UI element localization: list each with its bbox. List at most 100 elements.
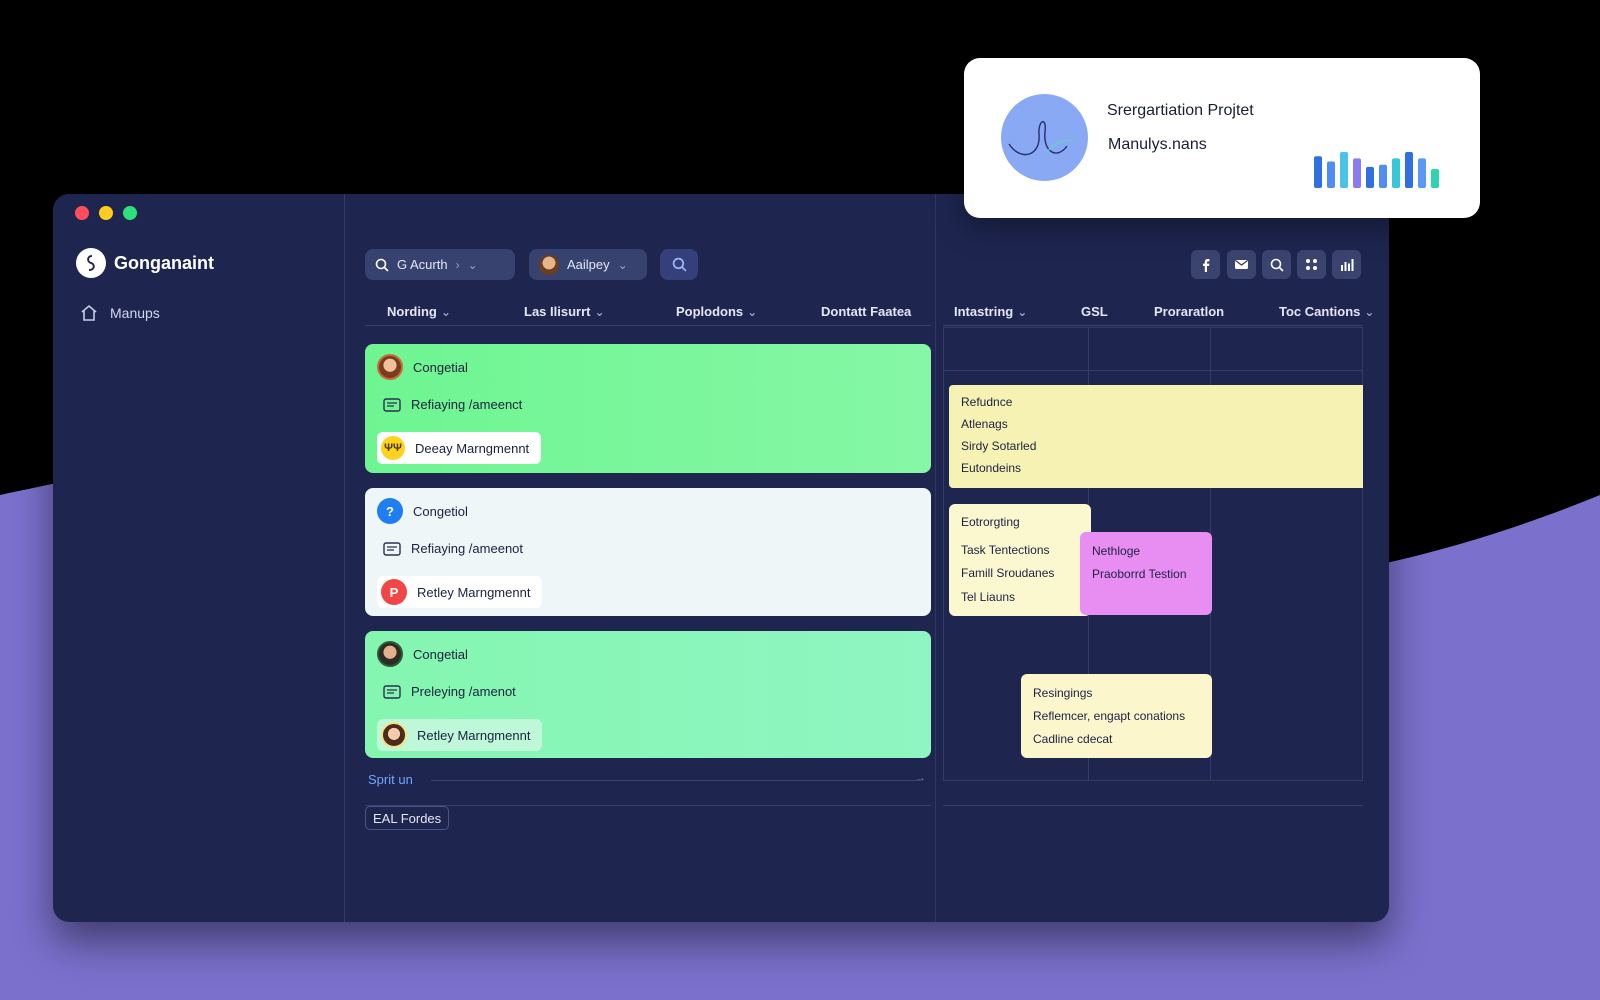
project-popup-card[interactable]: Srergartiation Projtet Manulys.nans bbox=[964, 58, 1480, 218]
chevron-down-icon: ⌄ bbox=[594, 304, 605, 319]
search-icon bbox=[672, 257, 687, 272]
mail-button[interactable] bbox=[1227, 250, 1256, 279]
chevron-down-icon: ⌄ bbox=[1364, 304, 1375, 319]
column-header-proraratlon[interactable]: Proraratlon bbox=[1154, 304, 1224, 319]
arrow-right-icon: → bbox=[915, 772, 926, 784]
avatar bbox=[377, 641, 403, 667]
search-button[interactable] bbox=[660, 249, 698, 280]
board-note[interactable]: Nethloge Praoborrd Testion bbox=[1080, 532, 1212, 615]
note-line: Atlenags bbox=[961, 417, 1008, 431]
mini-chart-bar bbox=[1314, 156, 1322, 188]
column-header-nording[interactable]: Nording ⌄ bbox=[387, 304, 451, 319]
board-gridline bbox=[944, 370, 1362, 371]
sidebar: Gonganaint Manups bbox=[53, 194, 345, 922]
search-icon bbox=[1270, 258, 1284, 272]
list-item[interactable]: Congetial bbox=[377, 354, 468, 380]
user-filter-label: Aailpey bbox=[567, 257, 610, 272]
project-avatar-icon bbox=[1001, 94, 1088, 181]
avatar bbox=[381, 722, 407, 748]
message-icon bbox=[383, 397, 401, 412]
note-line: Tel Liauns bbox=[961, 590, 1016, 604]
mini-chart-bar bbox=[1327, 161, 1335, 188]
chevron-down-icon: ⌄ bbox=[1017, 304, 1028, 319]
mini-bar-chart bbox=[1314, 152, 1439, 188]
note-line: Eotrorgting bbox=[961, 515, 1020, 529]
list-item[interactable]: P Retley Marngmennt bbox=[377, 576, 543, 608]
list-item[interactable]: Refiaying /ameenct bbox=[377, 397, 522, 412]
board-note[interactable]: Refudnce Atlenags Sirdy Sotarled Eutonde… bbox=[949, 385, 1363, 488]
user-filter-pill[interactable]: Aailpey ⌄ bbox=[529, 249, 647, 280]
mini-chart-bar bbox=[1418, 158, 1426, 188]
project-title: Srergartiation Projtet bbox=[1107, 102, 1254, 119]
mini-chart-bar bbox=[1392, 158, 1400, 188]
mini-chart-bar bbox=[1431, 168, 1439, 188]
column-header-toc-cantions[interactable]: Toc Cantions ⌄ bbox=[1279, 304, 1374, 319]
note-line: Sirdy Sotarled bbox=[961, 439, 1037, 453]
note-line: Task Tentections bbox=[961, 543, 1050, 557]
project-subtitle: Manulys.nans bbox=[1108, 136, 1207, 153]
note-line: Praoborrd Testion bbox=[1092, 567, 1187, 581]
mini-chart-bar bbox=[1405, 152, 1413, 188]
note-line: Refudnce bbox=[961, 395, 1013, 409]
board-note[interactable]: Eotrorgting Task Tentections Famill Srou… bbox=[949, 504, 1091, 616]
bar-chart-icon bbox=[1340, 259, 1353, 271]
help-icon: ? bbox=[377, 498, 403, 524]
column-header-las-ilisurrt[interactable]: Las Ilisurrt ⌄ bbox=[524, 304, 605, 319]
column-header-gsl[interactable]: GSL bbox=[1081, 304, 1108, 319]
home-icon bbox=[81, 304, 97, 321]
panel-divider bbox=[935, 194, 936, 922]
list-item[interactable]: ? Congetiol bbox=[377, 498, 468, 524]
group-card: Congetial Refiaying /ameenct ΨΨ Deeay Ma… bbox=[365, 344, 931, 473]
group-card: ? Congetiol Refiaying /ameenot P Retley … bbox=[365, 488, 931, 616]
mini-chart-bar bbox=[1366, 166, 1374, 188]
chevron-right-icon: › bbox=[455, 257, 460, 272]
list-item[interactable]: Congetial bbox=[377, 641, 468, 667]
mini-chart-bar bbox=[1353, 158, 1361, 188]
chevron-down-icon: ⌄ bbox=[467, 257, 478, 272]
board-note[interactable]: Resingings Reflemcer, engapt conations C… bbox=[1021, 674, 1212, 758]
split-divider bbox=[431, 780, 921, 781]
footer-divider bbox=[943, 805, 1363, 806]
chevron-down-icon: ⌄ bbox=[617, 257, 628, 272]
filter-button[interactable]: EAL Fordes bbox=[365, 806, 450, 830]
note-line: Resingings bbox=[1033, 686, 1093, 700]
list-item[interactable]: Retley Marngmennt bbox=[377, 719, 543, 751]
mini-chart-bar bbox=[1379, 164, 1387, 188]
grid-icon bbox=[1306, 259, 1317, 270]
stats-button[interactable] bbox=[1332, 250, 1361, 279]
app-window: Gonganaint Manups G Acurth › ⌄ Aailpey ⌄… bbox=[53, 194, 1389, 922]
search-icon bbox=[375, 258, 389, 272]
facebook-button[interactable] bbox=[1191, 250, 1220, 279]
badge-icon: ΨΨ bbox=[381, 436, 405, 460]
brand[interactable]: Gonganaint bbox=[76, 248, 214, 278]
header-divider bbox=[943, 325, 1363, 326]
brand-logo-icon bbox=[76, 248, 106, 278]
list-item[interactable]: Refiaying /ameenot bbox=[377, 541, 523, 556]
column-header-intastring[interactable]: Intastring ⌄ bbox=[954, 304, 1027, 319]
group-card: Congetial Preleying /amenot Retley Marng… bbox=[365, 631, 931, 758]
avatar bbox=[377, 354, 403, 380]
mail-icon bbox=[1235, 259, 1248, 269]
list-item[interactable]: ΨΨ Deeay Marngmennt bbox=[377, 432, 542, 464]
search-tool-button[interactable] bbox=[1262, 250, 1291, 279]
column-header-poplodons[interactable]: Poplodons ⌄ bbox=[676, 304, 757, 319]
header-divider bbox=[365, 325, 931, 326]
list-item[interactable]: Preleying /amenot bbox=[377, 684, 516, 699]
badge-icon: P bbox=[381, 579, 407, 605]
search-filter-label: G Acurth bbox=[397, 257, 448, 272]
footer-divider bbox=[365, 805, 931, 806]
column-header-dontatt-faatea[interactable]: Dontatt Faatea bbox=[821, 304, 911, 319]
note-line: Reflemcer, engapt conations bbox=[1033, 709, 1186, 723]
facebook-icon bbox=[1202, 258, 1209, 272]
search-filter-pill[interactable]: G Acurth › ⌄ bbox=[365, 249, 515, 280]
split-link[interactable]: Sprit un bbox=[368, 772, 413, 787]
chevron-down-icon: ⌄ bbox=[440, 304, 451, 319]
brand-name: Gonganaint bbox=[114, 252, 214, 273]
apps-button[interactable] bbox=[1297, 250, 1326, 279]
avatar bbox=[539, 254, 559, 275]
chevron-down-icon: ⌄ bbox=[747, 304, 758, 319]
message-icon bbox=[383, 541, 401, 556]
note-line: Famill Sroudanes bbox=[961, 566, 1055, 580]
sidebar-item-manups[interactable]: Manups bbox=[80, 304, 160, 322]
sidebar-item-label: Manups bbox=[110, 305, 160, 321]
